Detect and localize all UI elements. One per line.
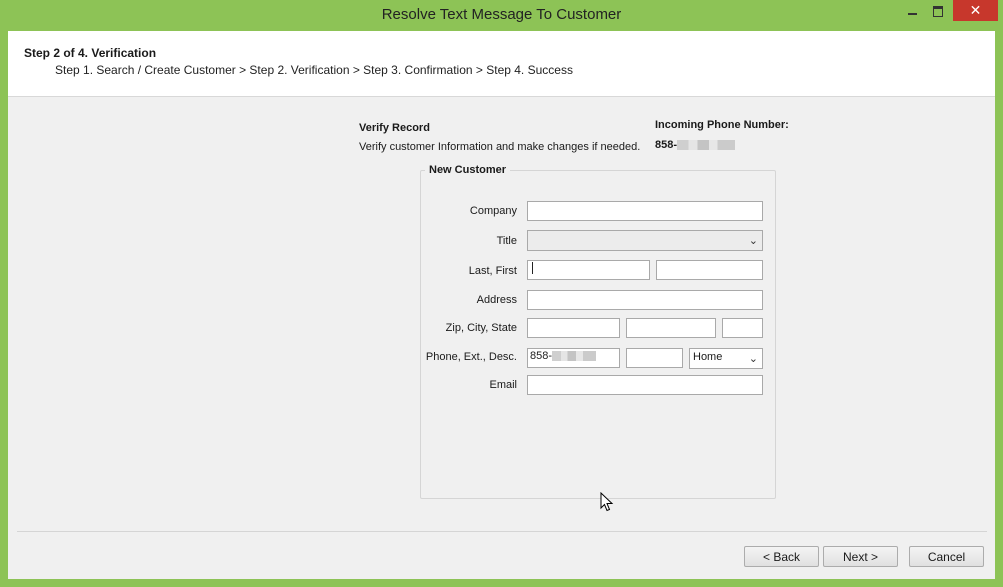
last-name-input[interactable] — [527, 260, 650, 280]
footer-divider — [17, 531, 987, 532]
phone-desc-select[interactable]: Home ⌄ — [689, 348, 763, 369]
close-button[interactable]: ✕ — [953, 0, 998, 21]
incoming-phone-label: Incoming Phone Number: — [655, 119, 789, 131]
step-title: Step 2 of 4. Verification — [24, 46, 157, 60]
new-customer-legend: New Customer — [425, 164, 511, 176]
state-input[interactable] — [722, 318, 763, 338]
phone-prefix: 858- — [530, 350, 553, 362]
cancel-button[interactable]: Cancel — [909, 546, 984, 567]
zip-city-state-label: Zip, City, State — [445, 322, 517, 334]
phone-desc-value: Home — [693, 351, 723, 363]
company-input[interactable] — [527, 201, 763, 221]
phone-input[interactable]: 858- — [527, 348, 620, 368]
chevron-down-icon: ⌄ — [748, 235, 758, 247]
city-input[interactable] — [626, 318, 716, 338]
window-title: Resolve Text Message To Customer — [381, 6, 622, 23]
title-bar[interactable]: Resolve Text Message To Customer ✕ — [0, 0, 1003, 30]
dialog-client-area: Step 2 of 4. Verification Step 1. Search… — [8, 31, 995, 579]
minimize-button[interactable] — [898, 0, 926, 22]
redacted-phone-digits — [677, 140, 736, 151]
redacted-phone-digits — [552, 351, 597, 362]
address-input[interactable] — [527, 290, 763, 310]
maximize-icon — [933, 5, 943, 17]
company-label: Company — [469, 205, 517, 217]
chevron-down-icon: ⌄ — [748, 353, 758, 365]
email-label: Email — [489, 379, 517, 391]
verify-record-description: Verify customer Information and make cha… — [359, 141, 641, 153]
incoming-phone-number: 858- — [655, 139, 736, 151]
first-name-input[interactable] — [656, 260, 763, 280]
address-label: Address — [476, 294, 517, 306]
close-icon: ✕ — [969, 2, 982, 18]
title-select[interactable]: ⌄ — [527, 230, 763, 251]
mouse-cursor-icon — [600, 492, 614, 512]
phone-ext-input[interactable] — [626, 348, 683, 368]
maximize-button[interactable] — [924, 0, 952, 22]
window: Resolve Text Message To Customer ✕ Step … — [0, 0, 1003, 587]
zip-input[interactable] — [527, 318, 620, 338]
phone-ext-desc-label: Phone, Ext., Desc. — [425, 351, 517, 363]
step-breadcrumb: Step 1. Search / Create Customer > Step … — [55, 63, 573, 77]
last-first-label: Last, First — [468, 265, 517, 277]
verify-record-title: Verify Record — [359, 122, 430, 134]
email-input[interactable] — [527, 375, 763, 395]
minimize-icon — [907, 13, 917, 15]
back-button[interactable]: < Back — [744, 546, 819, 567]
next-button[interactable]: Next > — [823, 546, 898, 567]
incoming-phone-prefix: 858- — [655, 139, 678, 151]
wizard-header: Step 2 of 4. Verification Step 1. Search… — [8, 31, 995, 97]
title-label: Title — [496, 235, 517, 247]
text-caret — [532, 262, 533, 275]
